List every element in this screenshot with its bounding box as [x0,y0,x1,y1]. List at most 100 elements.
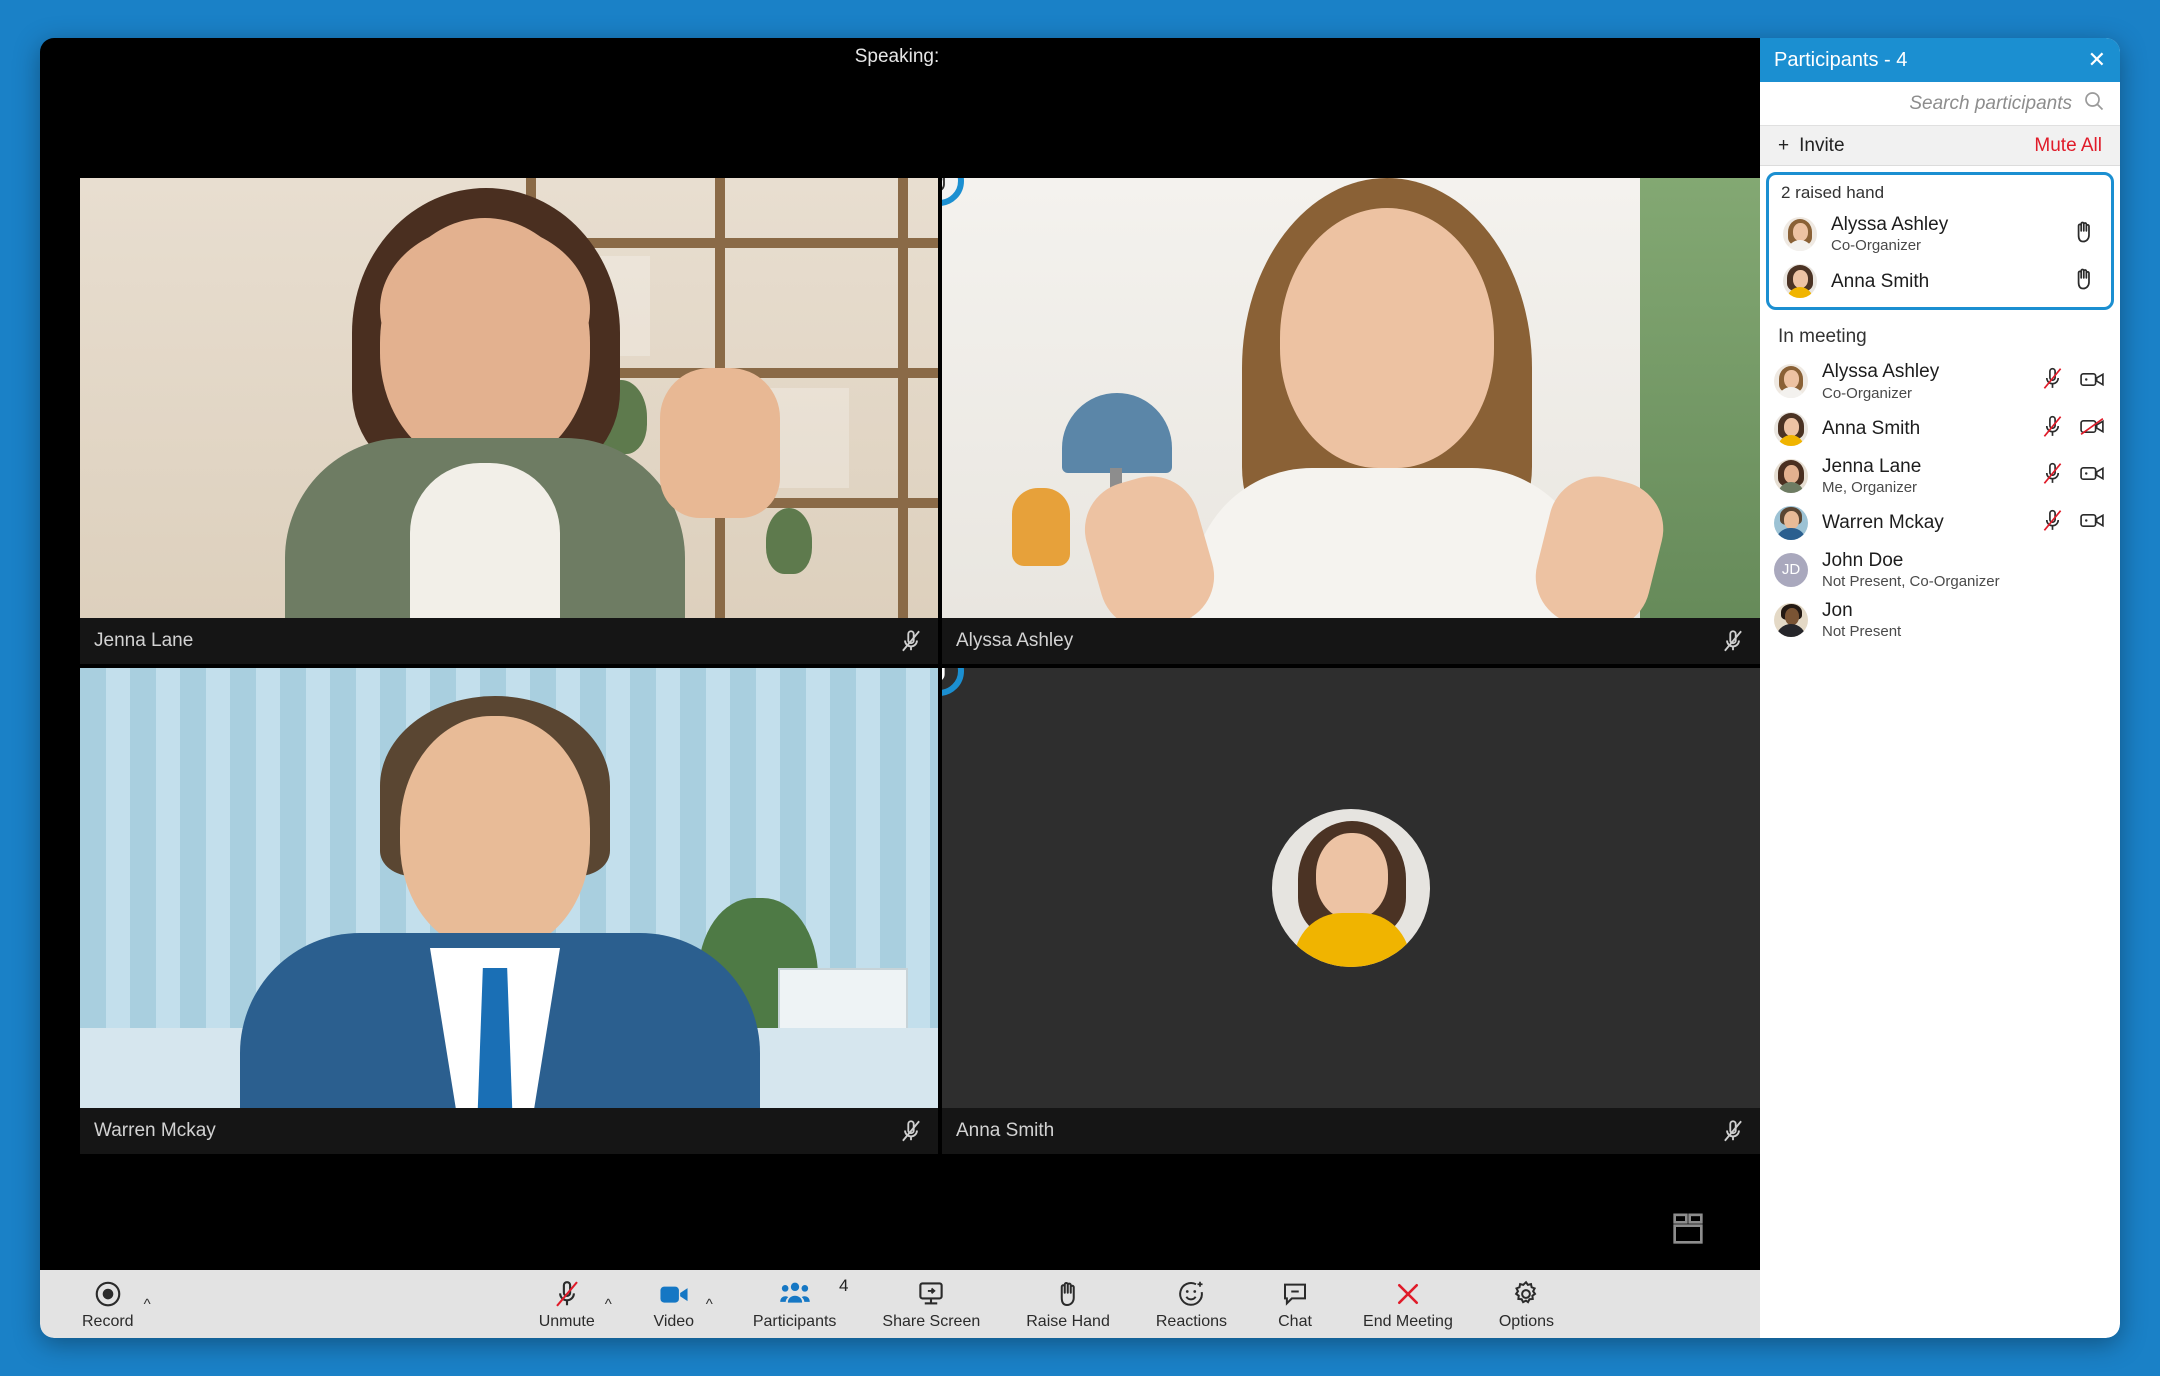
video-tile-alyssa-ashley[interactable]: Alyssa Ashley [942,178,1760,664]
video-tile-anna-smith[interactable]: Anna Smith [942,668,1760,1154]
participant-row-warren-mckay[interactable]: Warren Mckay [1760,501,2120,545]
participant-name: Alyssa Ashley [1831,214,1949,235]
close-icon[interactable]: ✕ [2088,49,2106,71]
microphone-muted-icon[interactable] [2040,366,2065,396]
video-camera-icon[interactable] [2079,462,2106,489]
video-tile-jenna-lane[interactable]: Jenna Lane [80,178,938,664]
raised-hand-row[interactable]: Alyssa Ashley Co-Organizer [1769,209,2111,259]
participant-role: Not Present, Co-Organizer [1822,573,2000,591]
toolbar-left-group: Record ^ [40,1278,151,1331]
microphone-muted-icon[interactable] [2040,461,2065,491]
in-meeting-title: In meeting [1778,326,1867,348]
participant-name: Warren Mckay [1822,512,1944,534]
avatar-initials-label: JD [1781,561,1801,579]
video-button[interactable]: Video [646,1278,702,1331]
reactions-label: Reactions [1155,1312,1228,1330]
participant-icons [2071,266,2097,297]
tile-name-label: Jenna Lane [94,630,194,651]
avatar [1774,411,1808,446]
participants-count-badge: 4 [838,1275,849,1295]
video-camera-off-icon[interactable] [2079,415,2106,442]
mute-all-button[interactable]: Mute All [2034,135,2102,157]
avatar [1774,505,1808,540]
video-feed [80,668,938,1108]
tile-footer: Warren Mckay [80,1108,938,1154]
search-input[interactable] [1774,92,2072,115]
participant-info: Anna Smith [1831,271,2063,292]
end-meeting-button[interactable]: End Meeting [1357,1278,1459,1331]
invite-label: Invite [1799,134,1845,156]
gear-icon [1511,1278,1541,1310]
participant-info: Jenna Lane Me, Organizer [1822,456,2032,496]
tile-footer: Anna Smith [942,1108,1760,1154]
share-screen-icon [916,1278,946,1310]
participant-role: Not Present [1822,623,1902,641]
video-camera-icon[interactable] [2079,509,2106,536]
avatar [1783,217,1817,252]
participant-row-jon[interactable]: Jon Not Present [1760,595,2120,645]
participant-name: Jenna Lane [1822,455,1922,477]
microphone-muted-icon [898,1118,924,1144]
avatar-initials: JD [1774,552,1808,587]
video-chevron-up-icon[interactable]: ^ [706,1296,713,1313]
avatar [1774,458,1808,493]
participant-name: Anna Smith [1822,417,1921,439]
microphone-muted-icon[interactable] [2040,508,2065,538]
panel-action-row: + Invite Mute All [1760,126,2120,166]
search-icon[interactable] [2082,89,2106,118]
video-tile-warren-mckay[interactable]: Warren Mckay [80,668,938,1154]
participant-name: John Doe [1822,549,1904,571]
video-feed [80,178,938,618]
video-stage: Speaking: Jenna Lane Alyssa Ashley Warre… [40,38,1760,1270]
tile-footer: Alyssa Ashley [942,618,1760,664]
participant-icons [2040,461,2106,491]
participant-row-john-doe[interactable]: JD John Doe Not Present, Co-Organizer [1760,545,2120,595]
raised-hand-icon [2071,266,2097,297]
video-group: Video ^ [646,1278,713,1331]
video-scene-anna [942,668,1760,1108]
end-meeting-label: End Meeting [1363,1312,1453,1330]
video-camera-icon [658,1278,690,1310]
participants-icon [779,1278,811,1310]
reactions-button[interactable]: Reactions [1150,1278,1233,1331]
avatar [1774,603,1808,638]
microphone-muted-icon [1720,628,1746,654]
raise-hand-label: Raise Hand [1026,1312,1110,1330]
raised-hand-title: 2 raised hand [1781,183,1885,202]
record-chevron-up-icon[interactable]: ^ [144,1296,151,1313]
participant-icons [2040,508,2106,538]
unmute-group: Unmute ^ [533,1278,612,1331]
participant-row-anna-smith[interactable]: Anna Smith [1760,407,2120,451]
microphone-muted-icon[interactable] [2040,414,2065,444]
participants-button[interactable]: 4 Participants [747,1276,849,1331]
participant-role: Me, Organizer [1822,478,1918,496]
record-button[interactable]: Record [76,1278,140,1331]
reactions-smiley-icon [1176,1278,1206,1310]
unmute-chevron-up-icon[interactable]: ^ [605,1296,612,1313]
participant-row-alyssa-ashley[interactable]: Alyssa Ashley Co-Organizer [1760,356,2120,406]
chat-button[interactable]: Chat [1267,1278,1323,1331]
video-scene-alyssa [942,178,1760,618]
video-camera-icon[interactable] [2079,368,2106,395]
options-label: Options [1498,1312,1554,1330]
participant-icons [2040,366,2106,396]
participant-name: Alyssa Ashley [1822,361,1940,383]
participant-name: Jon [1822,600,1853,622]
share-screen-button[interactable]: Share Screen [876,1278,986,1331]
participant-role: Co-Organizer [1822,384,1913,402]
speaking-indicator: Speaking: [40,38,1760,76]
chat-label: Chat [1278,1312,1312,1330]
invite-button[interactable]: + Invite [1778,135,1845,157]
video-label: Video [653,1312,695,1330]
participant-icons [2071,219,2097,250]
grid-layout-icon[interactable] [1668,1210,1708,1248]
options-button[interactable]: Options [1493,1278,1560,1331]
participant-info: Jon Not Present [1822,600,2106,640]
share-screen-label: Share Screen [882,1312,981,1330]
unmute-button[interactable]: Unmute [533,1278,601,1331]
toolbar-center-group: Unmute ^ Video ^ 4 Participants Share Sc… [533,1276,1760,1331]
raise-hand-button[interactable]: Raise Hand [1020,1278,1116,1331]
participant-info: Alyssa Ashley Co-Organizer [1822,361,2032,401]
raised-hand-row[interactable]: Anna Smith [1769,259,2111,303]
participant-row-jenna-lane[interactable]: Jenna Lane Me, Organizer [1760,451,2120,501]
